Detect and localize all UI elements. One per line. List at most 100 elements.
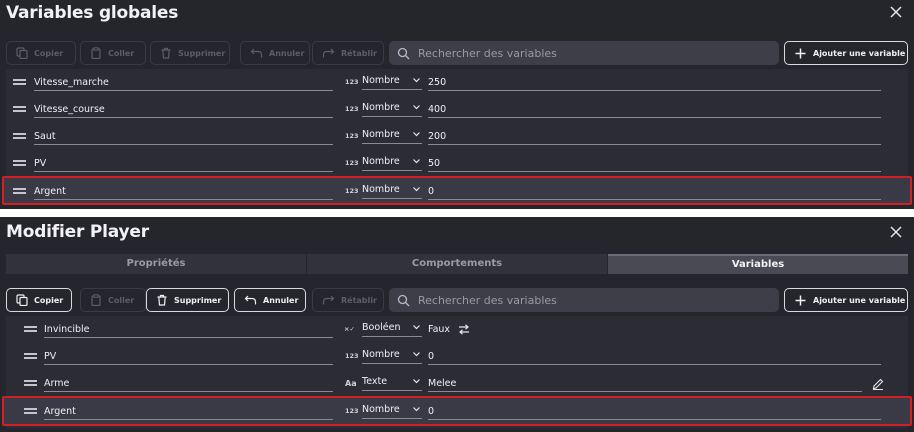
search-field[interactable] [389,41,779,65]
close-icon[interactable] [889,225,903,239]
variable-name-field[interactable]: Arme [44,375,333,392]
add-variable-button[interactable]: Ajouter une variable [784,41,908,65]
number-type-icon: 123 [345,78,359,86]
type-select[interactable]: Nombre [362,154,422,171]
redo-icon [322,295,335,305]
variable-row[interactable]: Vitesse_course 123 Nombre 400 [6,96,908,123]
search-field[interactable] [389,288,779,312]
drag-handle-icon[interactable] [13,79,26,85]
edit-icon[interactable] [872,378,884,390]
undo-icon [244,295,257,305]
toolbar: Copier Coller Supprimer Annuler Rétablir… [6,288,908,312]
variable-value-field[interactable]: 0 [428,403,881,420]
number-type-icon: 123 [345,132,359,140]
chevron-down-icon [413,325,420,330]
drag-handle-icon[interactable] [24,380,37,386]
variable-name-field[interactable]: Argent [44,403,333,420]
type-select[interactable]: Booléen [362,320,422,337]
variable-value-field[interactable]: 50 [428,155,881,172]
chevron-down-icon [413,159,420,164]
type-select[interactable]: Nombre [362,347,422,364]
variables-list: Invincible ×✓ Booléen Faux PV 123 Nombre… [2,316,912,428]
drag-handle-icon[interactable] [13,160,26,166]
copy-button[interactable]: Copier [6,288,72,312]
type-select[interactable]: Nombre [362,73,422,90]
copy-button[interactable]: Copier [6,41,76,65]
paste-button[interactable]: Coller [80,288,146,312]
swap-icon[interactable] [458,324,470,335]
undo-button[interactable]: Annuler [240,41,310,65]
variable-row[interactable]: Arme Aa Texte Melee [6,370,908,397]
variable-value-field[interactable]: 200 [428,128,881,145]
close-icon[interactable] [889,5,903,19]
variable-row[interactable]: PV 123 Nombre 50 [6,150,908,177]
drag-handle-icon[interactable] [24,326,37,332]
redo-icon [322,48,335,58]
trash-icon [161,47,171,59]
search-icon [397,294,410,306]
variable-value-field[interactable]: 0 [428,348,881,365]
chevron-down-icon [413,352,420,357]
number-type-icon: 123 [345,159,359,167]
plus-icon [795,48,806,58]
variable-row-selected[interactable]: Argent 123 Nombre 0 [2,396,912,426]
variable-name-field[interactable]: Argent [34,183,333,200]
variable-row-selected[interactable]: Argent 123 Nombre 0 [2,176,912,205]
add-variable-button[interactable]: Ajouter une variable [784,288,908,312]
variable-name-field[interactable]: PV [44,348,333,365]
delete-button[interactable]: Supprimer [146,288,229,312]
variable-value-field[interactable]: 250 [428,74,881,91]
number-type-icon: 123 [345,105,359,113]
variable-name-field[interactable]: Vitesse_marche [34,74,333,91]
tab-variables[interactable]: Variables [608,254,908,274]
variables-list: Vitesse_marche 123 Nombre 250 Vitesse_co… [2,69,912,205]
tab-properties[interactable]: Propriétés [6,254,307,274]
redo-button[interactable]: Rétablir [312,41,384,65]
variable-name-field[interactable]: Invincible [44,321,333,338]
variable-row[interactable]: Vitesse_marche 123 Nombre 250 [6,69,908,96]
variable-name-field[interactable]: PV [34,155,333,172]
variable-value-field[interactable]: 400 [428,101,881,118]
toolbar: Copier Coller Supprimer Annuler Rétablir… [6,41,908,65]
number-type-icon: 123 [345,187,359,195]
drag-handle-icon[interactable] [24,408,37,414]
type-select[interactable]: Nombre [362,402,422,419]
copy-icon [16,47,28,59]
variable-value-field[interactable]: 0 [428,183,881,200]
number-type-icon: 123 [345,407,359,415]
drag-handle-icon[interactable] [13,188,26,194]
undo-button[interactable]: Annuler [234,288,306,312]
redo-button[interactable]: Rétablir [312,288,384,312]
type-select[interactable]: Nombre [362,182,422,199]
text-type-icon: Aa [345,379,357,388]
chevron-down-icon [413,379,420,384]
variable-row[interactable]: Invincible ×✓ Booléen Faux [6,316,908,343]
undo-icon [250,48,263,58]
boolean-value: Faux [428,324,451,335]
tab-behaviors[interactable]: Comportements [307,254,608,274]
search-input[interactable] [418,293,758,307]
variable-name-field[interactable]: Saut [34,128,333,145]
variable-row[interactable]: Saut 123 Nombre 200 [6,123,908,150]
search-icon [397,47,410,59]
copy-icon [16,294,28,306]
panel-title: Variables globales [6,3,179,23]
type-select[interactable]: Nombre [362,100,422,117]
chevron-down-icon [413,78,420,83]
variable-row[interactable]: PV 123 Nombre 0 [6,343,908,370]
type-select[interactable]: Texte [362,374,422,391]
type-select[interactable]: Nombre [362,127,422,144]
variable-name-field[interactable]: Vitesse_course [34,101,333,118]
plus-icon [795,295,806,305]
search-input[interactable] [418,46,758,60]
delete-button[interactable]: Supprimer [150,41,230,65]
paste-icon [91,47,101,59]
drag-handle-icon[interactable] [13,106,26,112]
drag-handle-icon[interactable] [13,133,26,139]
drag-handle-icon[interactable] [24,353,37,359]
boolean-type-icon: ×✓ [344,325,355,333]
trash-icon [157,294,167,306]
variable-value-field[interactable]: Melee [428,375,862,392]
paste-button[interactable]: Coller [80,41,146,65]
paste-icon [91,294,101,306]
